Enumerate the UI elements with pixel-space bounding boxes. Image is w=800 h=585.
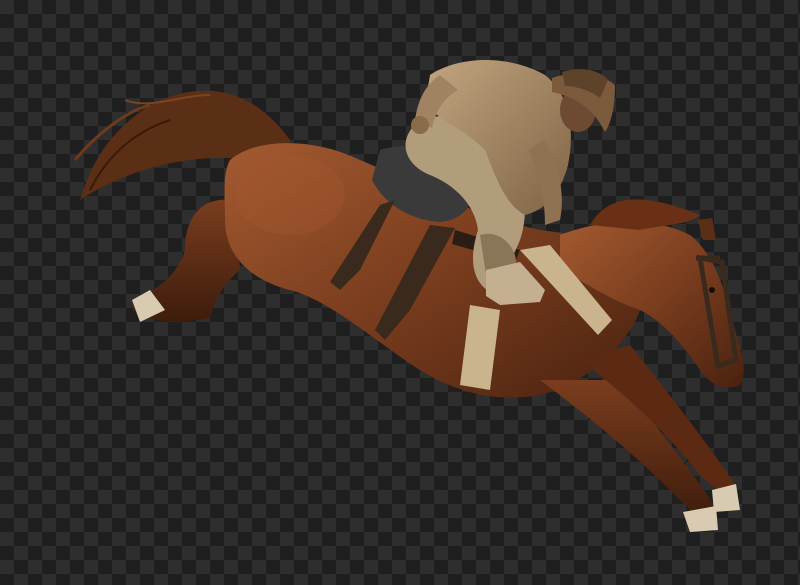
horse-hind-legs [132,199,240,322]
bucking-horse-illustration [73,60,744,532]
image-canvas [0,0,800,585]
